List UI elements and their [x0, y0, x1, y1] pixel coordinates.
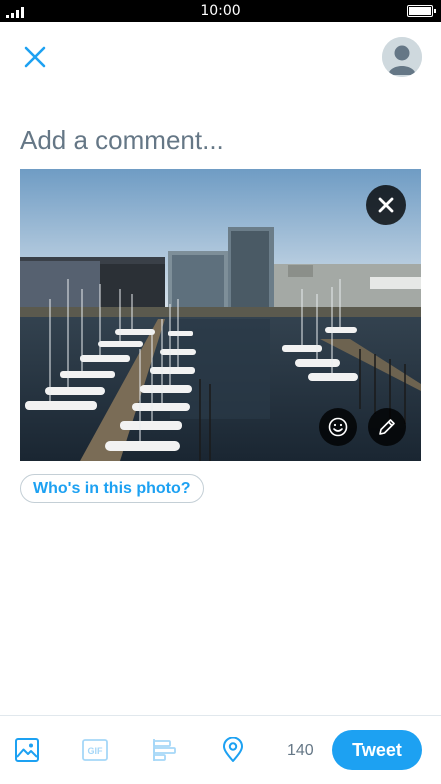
- remove-photo-button[interactable]: [366, 185, 406, 225]
- gif-icon: GIF: [82, 739, 108, 761]
- image-icon: [15, 738, 39, 762]
- tweet-button[interactable]: Tweet: [332, 730, 422, 770]
- smiley-icon: [328, 417, 348, 437]
- avatar[interactable]: [382, 37, 422, 77]
- add-sticker-button[interactable]: [319, 408, 357, 446]
- close-button[interactable]: [18, 40, 52, 74]
- close-icon: [378, 197, 394, 213]
- compose-toolbar: GIF 140 Tweet: [0, 715, 441, 784]
- add-location-button[interactable]: [219, 736, 247, 764]
- svg-text:GIF: GIF: [88, 746, 104, 756]
- add-gif-button[interactable]: GIF: [81, 736, 109, 764]
- battery-icon: [407, 5, 436, 17]
- comment-input[interactable]: [20, 120, 420, 160]
- character-count: 140: [287, 742, 314, 759]
- status-time: 10:00: [200, 3, 241, 19]
- location-icon: [223, 737, 243, 762]
- avatar-icon: [382, 37, 422, 77]
- edit-photo-button[interactable]: [368, 408, 406, 446]
- add-image-button[interactable]: [13, 736, 41, 764]
- pencil-icon: [379, 419, 395, 435]
- poll-icon: [153, 739, 176, 761]
- add-poll-button[interactable]: [150, 736, 178, 764]
- attached-photo[interactable]: [20, 169, 421, 461]
- status-bar: 10:00: [0, 0, 441, 22]
- close-icon: [24, 46, 46, 68]
- tag-people-button[interactable]: Who's in this photo?: [20, 474, 204, 503]
